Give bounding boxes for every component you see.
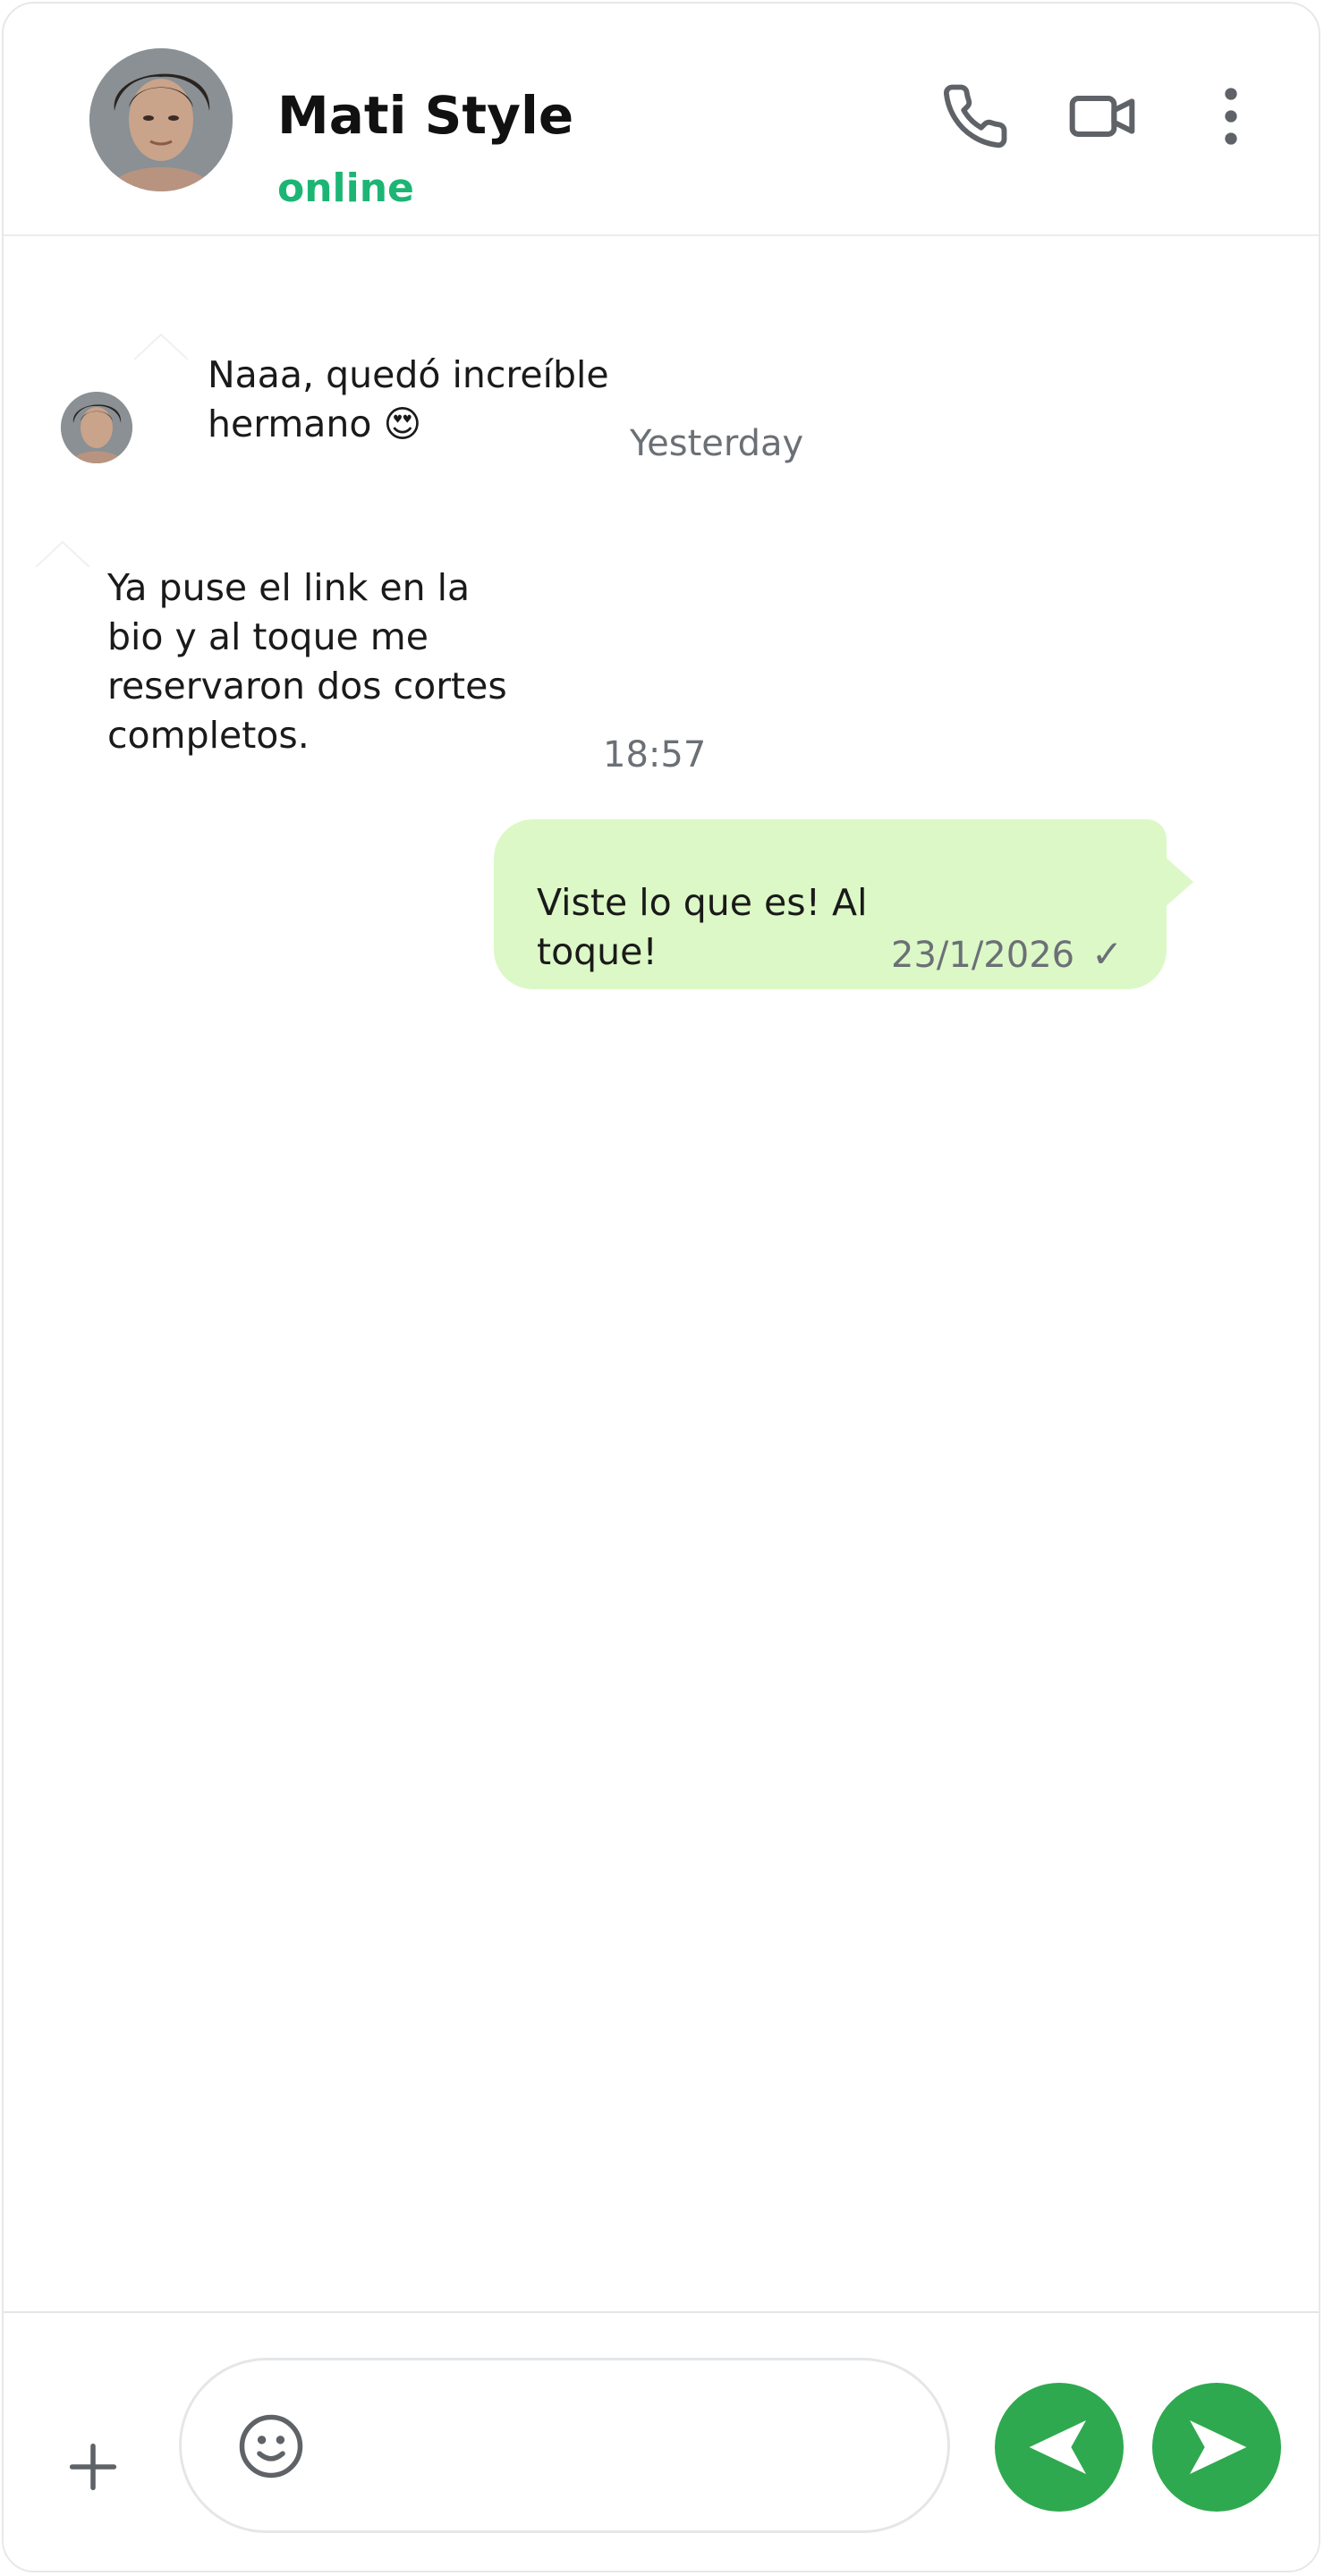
back-arrow-icon[interactable] xyxy=(995,2383,1124,2512)
video-camera-icon[interactable] xyxy=(1065,79,1140,154)
message-input[interactable] xyxy=(334,2405,910,2487)
bubble-tail-icon xyxy=(36,540,89,567)
message-line: Ya puse el link en la xyxy=(107,566,471,609)
chat-window: Mati Style online Naaa, quedó increíble … xyxy=(2,2,1320,2572)
send-icon[interactable] xyxy=(1152,2383,1281,2512)
message-line: Naaa, quedó increíble xyxy=(208,353,609,396)
avatar-photo-icon xyxy=(89,48,233,191)
message-line: Viste lo que es! Al xyxy=(537,881,868,924)
message-text: Naaa, quedó increíble hermano 😍 xyxy=(208,351,609,449)
message-line: hermano 😍 xyxy=(208,402,422,445)
plus-icon[interactable] xyxy=(55,2429,131,2504)
message-avatar[interactable] xyxy=(61,392,132,463)
message-composer xyxy=(4,2311,1319,2571)
phone-icon[interactable] xyxy=(938,79,1013,154)
contact-avatar[interactable] xyxy=(89,48,233,191)
contact-name: Mati Style xyxy=(277,85,574,146)
message-line: bio y al toque me xyxy=(107,615,429,658)
message-list[interactable]: Naaa, quedó increíble hermano 😍 Yesterda… xyxy=(4,236,1319,2311)
single-check-icon: ✓ xyxy=(1091,932,1124,976)
more-vertical-icon[interactable] xyxy=(1193,79,1269,154)
message-text: Viste lo que es! Al toque! xyxy=(537,878,868,977)
message-time: 18:57 xyxy=(603,734,707,775)
chat-header: Mati Style online xyxy=(4,4,1319,236)
bubble-tail-icon xyxy=(1163,855,1193,909)
bubble-tail-icon xyxy=(134,333,188,360)
contact-status: online xyxy=(277,165,414,211)
message-line: completos. xyxy=(107,714,310,757)
message-line: toque! xyxy=(537,930,658,973)
message-text: Ya puse el link en la bio y al toque me … xyxy=(107,564,507,760)
message-input-container[interactable] xyxy=(179,2358,950,2533)
emoji-icon[interactable] xyxy=(233,2409,309,2484)
message-time: 23/1/2026 xyxy=(891,935,1075,976)
message-line: reservaron dos cortes xyxy=(107,665,507,708)
message-time: Yesterday xyxy=(630,423,804,464)
avatar-photo-icon xyxy=(61,392,132,463)
